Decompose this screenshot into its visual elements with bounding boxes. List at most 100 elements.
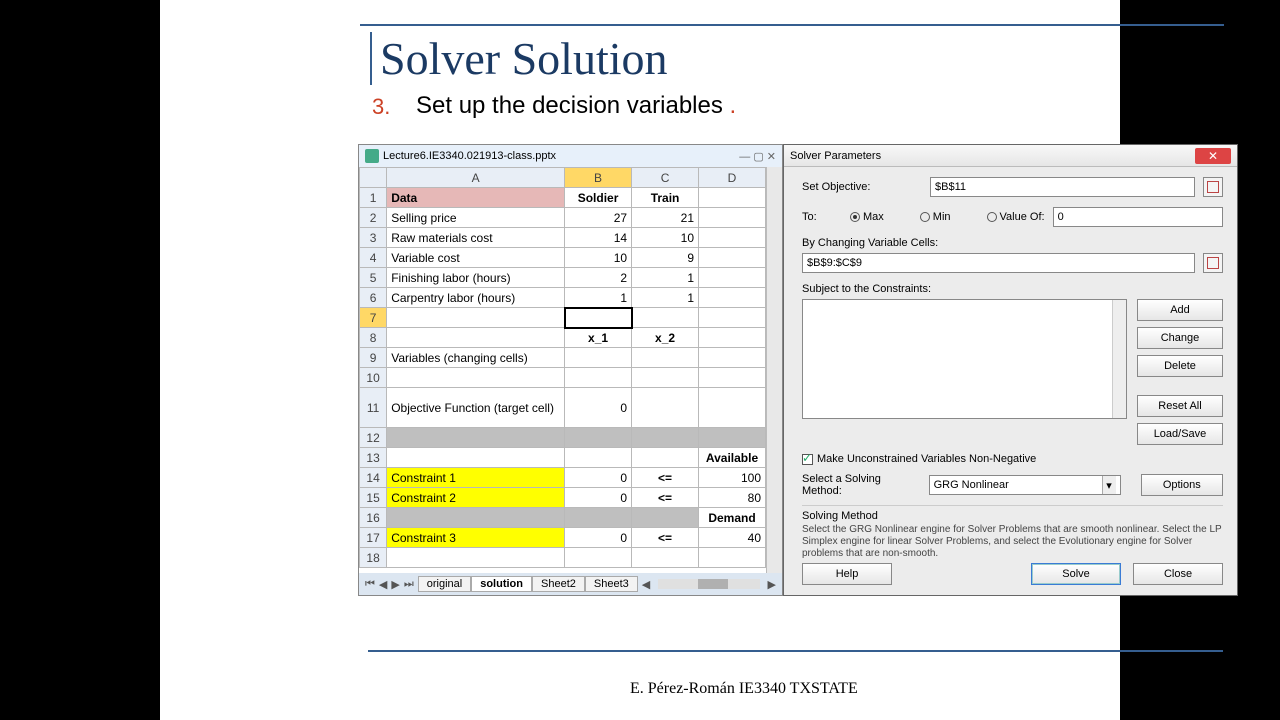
cell-D7[interactable] bbox=[699, 308, 766, 328]
cell-A7[interactable] bbox=[387, 308, 565, 328]
reset-all-button[interactable]: Reset All bbox=[1137, 395, 1223, 417]
hscroll-right-icon[interactable]: ▶ bbox=[768, 578, 776, 591]
changing-cells-input[interactable]: $B$9:$C$9 bbox=[802, 253, 1195, 273]
cell-B18[interactable] bbox=[565, 548, 632, 568]
cell-A18[interactable] bbox=[387, 548, 565, 568]
cell-B17[interactable]: 0 bbox=[565, 528, 632, 548]
cell-C10[interactable] bbox=[632, 368, 699, 388]
tab-nav-last-icon[interactable]: ⏭ bbox=[404, 578, 414, 591]
cell-C13[interactable] bbox=[632, 448, 699, 468]
sheet-tab-Sheet2[interactable]: Sheet2 bbox=[532, 576, 585, 592]
cell-D3[interactable] bbox=[699, 228, 766, 248]
cell-B7[interactable] bbox=[565, 308, 632, 328]
constraints-list[interactable] bbox=[802, 299, 1127, 419]
cell-D2[interactable] bbox=[699, 208, 766, 228]
cell-D9[interactable] bbox=[699, 348, 766, 368]
chevron-down-icon[interactable]: ▾ bbox=[1102, 476, 1116, 494]
cell-A16[interactable] bbox=[387, 508, 565, 528]
cell-D6[interactable] bbox=[699, 288, 766, 308]
cell-D8[interactable] bbox=[699, 328, 766, 348]
cell-D15[interactable]: 80 bbox=[699, 488, 766, 508]
cell-B15[interactable]: 0 bbox=[565, 488, 632, 508]
cell-B6[interactable]: 1 bbox=[565, 288, 632, 308]
cell-B13[interactable] bbox=[565, 448, 632, 468]
cell-B2[interactable]: 27 bbox=[565, 208, 632, 228]
sheet-tabs[interactable]: ⏮ ◀ ▶ ⏭ originalsolutionSheet2Sheet3 ◀ ▶ bbox=[359, 573, 782, 595]
cell-B11[interactable]: 0 bbox=[565, 388, 632, 428]
cell-C8[interactable]: x_2 bbox=[632, 328, 699, 348]
range-picker-icon[interactable] bbox=[1203, 177, 1223, 197]
cell-C6[interactable]: 1 bbox=[632, 288, 699, 308]
cell-B1[interactable]: Soldier bbox=[565, 188, 632, 208]
nonneg-checkbox[interactable]: Make Unconstrained Variables Non-Negativ… bbox=[802, 453, 1036, 465]
cell-A2[interactable]: Selling price bbox=[387, 208, 565, 228]
cell-C5[interactable]: 1 bbox=[632, 268, 699, 288]
cell-D14[interactable]: 100 bbox=[699, 468, 766, 488]
cell-D13[interactable]: Available bbox=[699, 448, 766, 468]
set-objective-input[interactable]: $B$11 bbox=[930, 177, 1195, 197]
radio-min[interactable]: Min bbox=[920, 211, 951, 223]
cell-B5[interactable]: 2 bbox=[565, 268, 632, 288]
cell-C12[interactable] bbox=[632, 428, 699, 448]
cell-A10[interactable] bbox=[387, 368, 565, 388]
cell-D11[interactable] bbox=[699, 388, 766, 428]
cell-C16[interactable] bbox=[632, 508, 699, 528]
add-button[interactable]: Add bbox=[1137, 299, 1223, 321]
cell-C2[interactable]: 21 bbox=[632, 208, 699, 228]
solve-button[interactable]: Solve bbox=[1031, 563, 1121, 585]
cell-C4[interactable]: 9 bbox=[632, 248, 699, 268]
cell-A6[interactable]: Carpentry labor (hours) bbox=[387, 288, 565, 308]
cell-A13[interactable] bbox=[387, 448, 565, 468]
cell-B4[interactable]: 10 bbox=[565, 248, 632, 268]
cell-B10[interactable] bbox=[565, 368, 632, 388]
cell-D16[interactable]: Demand bbox=[699, 508, 766, 528]
cell-D10[interactable] bbox=[699, 368, 766, 388]
cell-C1[interactable]: Train bbox=[632, 188, 699, 208]
delete-button[interactable]: Delete bbox=[1137, 355, 1223, 377]
cell-C11[interactable] bbox=[632, 388, 699, 428]
cell-C18[interactable] bbox=[632, 548, 699, 568]
cell-D4[interactable] bbox=[699, 248, 766, 268]
options-button[interactable]: Options bbox=[1141, 474, 1223, 496]
hscroll-left-icon[interactable]: ◀ bbox=[642, 578, 650, 591]
window-buttons[interactable]: — ▢ ✕ bbox=[739, 150, 776, 163]
cell-A11[interactable]: Objective Function (target cell) bbox=[387, 388, 565, 428]
cell-B14[interactable]: 0 bbox=[565, 468, 632, 488]
cell-A5[interactable]: Finishing labor (hours) bbox=[387, 268, 565, 288]
cell-C14[interactable]: <= bbox=[632, 468, 699, 488]
cell-C7[interactable] bbox=[632, 308, 699, 328]
cell-A14[interactable]: Constraint 1 bbox=[387, 468, 565, 488]
cell-A12[interactable] bbox=[387, 428, 565, 448]
close-icon[interactable]: ✕ bbox=[1195, 148, 1231, 164]
tab-nav-prev-icon[interactable]: ◀ bbox=[379, 578, 387, 591]
cell-B8[interactable]: x_1 bbox=[565, 328, 632, 348]
load-save-button[interactable]: Load/Save bbox=[1137, 423, 1223, 445]
help-button[interactable]: Help bbox=[802, 563, 892, 585]
change-button[interactable]: Change bbox=[1137, 327, 1223, 349]
horizontal-scrollbar[interactable] bbox=[658, 579, 759, 589]
cell-B16[interactable] bbox=[565, 508, 632, 528]
vertical-scrollbar[interactable] bbox=[766, 167, 782, 573]
sheet-tab-Sheet3[interactable]: Sheet3 bbox=[585, 576, 638, 592]
cell-A4[interactable]: Variable cost bbox=[387, 248, 565, 268]
cell-B9[interactable] bbox=[565, 348, 632, 368]
tab-nav-next-icon[interactable]: ▶ bbox=[391, 578, 399, 591]
cell-C3[interactable]: 10 bbox=[632, 228, 699, 248]
radio-max[interactable]: Max bbox=[850, 211, 884, 223]
cell-A17[interactable]: Constraint 3 bbox=[387, 528, 565, 548]
cell-D18[interactable] bbox=[699, 548, 766, 568]
cell-D12[interactable] bbox=[699, 428, 766, 448]
cell-D17[interactable]: 40 bbox=[699, 528, 766, 548]
cell-A8[interactable] bbox=[387, 328, 565, 348]
cell-A9[interactable]: Variables (changing cells) bbox=[387, 348, 565, 368]
cell-B12[interactable] bbox=[565, 428, 632, 448]
cell-A15[interactable]: Constraint 2 bbox=[387, 488, 565, 508]
tab-nav-first-icon[interactable]: ⏮ bbox=[365, 578, 375, 591]
cell-A1[interactable]: Data bbox=[387, 188, 565, 208]
cell-C17[interactable]: <= bbox=[632, 528, 699, 548]
sheet-tab-original[interactable]: original bbox=[418, 576, 471, 592]
sheet-tab-solution[interactable]: solution bbox=[471, 576, 532, 592]
radio-valueof[interactable]: Value Of: bbox=[987, 211, 1045, 223]
cell-D5[interactable] bbox=[699, 268, 766, 288]
solving-method-select[interactable]: GRG Nonlinear ▾ bbox=[929, 475, 1121, 495]
